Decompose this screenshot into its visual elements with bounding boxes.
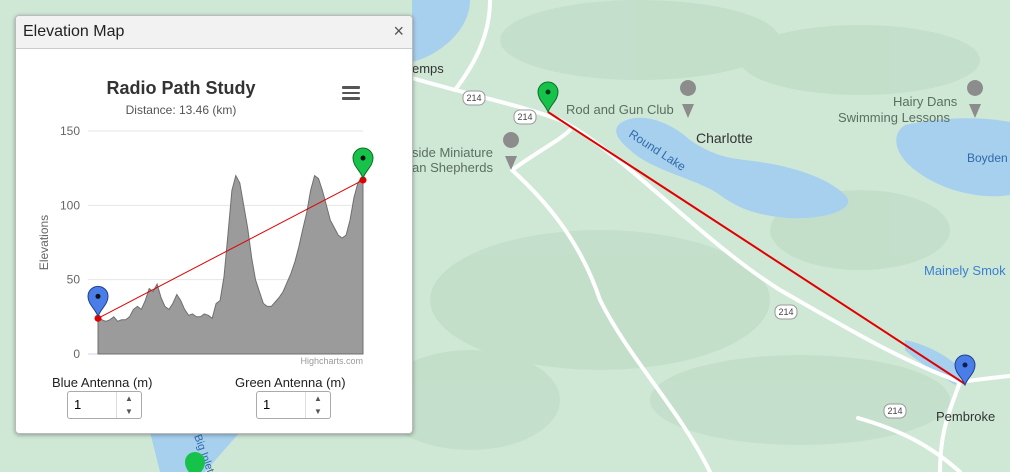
map-label: Hairy Dans: [893, 94, 958, 109]
route-shield: 214: [462, 90, 486, 106]
chart-subtitle: Distance: 13.46 (km): [125, 103, 237, 117]
blue-antenna-input[interactable]: [68, 392, 122, 416]
svg-text:214: 214: [778, 307, 793, 317]
green-antenna-input[interactable]: [257, 392, 311, 416]
increment-icon[interactable]: ▲: [117, 392, 141, 405]
elevation-map-panel: Elevation Map × 0 50 100 150 Elevations Hig…: [15, 15, 413, 434]
stepper-arrows: ▲ ▼: [116, 392, 141, 418]
elevation-chart: 0 50 100 150 Elevations Highcharts.com: [37, 124, 374, 366]
map-label: an Shepherds: [412, 160, 493, 175]
map-label: Mainely Smok: [924, 263, 1006, 278]
y-tick-label: 0: [73, 347, 80, 361]
map-label: side Miniature: [412, 145, 493, 160]
svg-text:214: 214: [517, 112, 532, 122]
y-axis-ticks: 0 50 100 150: [60, 124, 80, 361]
green-antenna-label: Green Antenna (m): [235, 375, 346, 390]
green-antenna-marker-icon: [352, 147, 374, 180]
pin-shape: [87, 285, 109, 318]
increment-icon[interactable]: ▲: [306, 392, 330, 405]
elevation-area: [97, 173, 364, 355]
green-antenna-stepper[interactable]: ▲ ▼: [256, 391, 331, 419]
svg-text:214: 214: [466, 93, 481, 103]
pin-shape: [352, 147, 374, 180]
map-label: Charlotte: [696, 130, 753, 146]
chart-credits[interactable]: Highcharts.com: [300, 356, 363, 366]
route-shield: 214: [883, 403, 907, 419]
pin-dot: [95, 293, 101, 299]
map-label: Boyden: [967, 151, 1008, 165]
green-pin-partial-icon[interactable]: [185, 452, 205, 472]
svg-text:214: 214: [887, 406, 902, 416]
y-tick-label: 100: [60, 198, 80, 212]
decrement-icon[interactable]: ▼: [117, 405, 141, 418]
map-label: Rod and Gun Club: [566, 102, 674, 117]
decrement-icon[interactable]: ▼: [306, 405, 330, 418]
chart-title: Radio Path Study: [106, 78, 256, 98]
pin-dot: [360, 155, 366, 161]
route-shield: 214: [513, 109, 537, 125]
y-tick-label: 150: [60, 124, 80, 138]
y-axis-label: Elevations: [37, 215, 51, 270]
blue-antenna-stepper[interactable]: ▲ ▼: [67, 391, 142, 419]
map-label: Pembroke: [936, 409, 995, 424]
stepper-arrows: ▲ ▼: [305, 392, 330, 418]
route-shield: 214: [774, 304, 798, 320]
map-label: Swimming Lessons: [838, 110, 950, 125]
blue-antenna-marker-icon: [87, 285, 109, 318]
map-label: emps: [412, 61, 444, 76]
blue-antenna-label: Blue Antenna (m): [52, 375, 153, 390]
chart-menu-icon[interactable]: [342, 86, 360, 100]
y-tick-label: 50: [67, 273, 81, 287]
